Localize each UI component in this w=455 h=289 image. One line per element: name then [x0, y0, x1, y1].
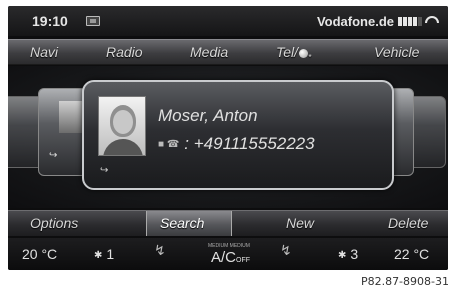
sub-menu-delete[interactable]: Delete — [388, 215, 428, 231]
contact-carousel: ↪ Moser, Anton ■ ☎ : +491115552223 ↪ — [8, 66, 448, 208]
contact-name: Moser, Anton — [158, 106, 258, 125]
bluetooth-icon: ↪ — [49, 150, 58, 161]
right-fan-speed[interactable]: ✱ 3 — [338, 246, 358, 262]
fan-icon: ✱ — [338, 250, 347, 261]
sub-menu: Options Search New Delete — [8, 210, 448, 236]
left-temperature[interactable]: 20 °C — [22, 246, 57, 262]
status-time: 19:10 — [32, 13, 68, 29]
contact-number-row[interactable]: ■ ☎ : +491115552223 — [158, 134, 315, 154]
contact-number: : +491115552223 — [184, 134, 315, 153]
menu-item-tel[interactable]: Tel/ * — [276, 44, 311, 62]
left-fan-speed[interactable]: ✱ 1 — [94, 246, 114, 262]
head-unit-screen: 19:10 Vodafone.de Navi Radio Media Tel/ *… — [8, 6, 448, 270]
sub-menu-new[interactable]: New — [286, 215, 314, 231]
figure-code: P82.87-8908-31 — [360, 275, 449, 288]
sub-menu-options[interactable]: Options — [30, 215, 78, 231]
menu-item-navi[interactable]: Navi — [30, 44, 58, 60]
sim-card-icon — [86, 16, 100, 26]
contact-card-selected[interactable]: Moser, Anton ■ ☎ : +491115552223 ↪ — [82, 80, 394, 190]
fan-icon: ✱ — [94, 250, 103, 261]
ac-button[interactable]: A/COFF — [211, 249, 250, 266]
contact-thumbnail — [59, 101, 83, 133]
menu-item-radio[interactable]: Radio — [106, 44, 143, 60]
contact-photo — [98, 96, 146, 156]
sub-menu-search[interactable]: Search — [160, 215, 204, 231]
bluetooth-icon: ↪ — [100, 165, 109, 176]
carrier-name: Vodafone.de — [316, 14, 394, 29]
status-bar: 19:10 Vodafone.de — [8, 6, 448, 36]
phone-type-icon: ■ ☎ — [158, 139, 180, 150]
main-menu: Navi Radio Media Tel/ * Vehicle — [8, 39, 448, 65]
phone-handset-icon — [425, 16, 439, 23]
tel-suffix: * — [308, 53, 312, 62]
right-airflow-icon[interactable]: ↯ — [280, 242, 292, 259]
right-temperature[interactable]: 22 °C — [394, 246, 429, 262]
menu-item-tel-label: Tel/ — [276, 44, 299, 60]
climate-bar: 20 °C ✱ 1 ↯ MEDIUM MEDIUM A/COFF ↯ ✱ 3 22 … — [8, 238, 448, 270]
menu-item-media[interactable]: Media — [190, 44, 228, 60]
bluetooth-status-icon — [299, 49, 309, 58]
menu-item-vehicle[interactable]: Vehicle — [374, 44, 419, 60]
signal-strength-icon — [398, 16, 422, 26]
left-airflow-icon[interactable]: ↯ — [154, 242, 166, 259]
